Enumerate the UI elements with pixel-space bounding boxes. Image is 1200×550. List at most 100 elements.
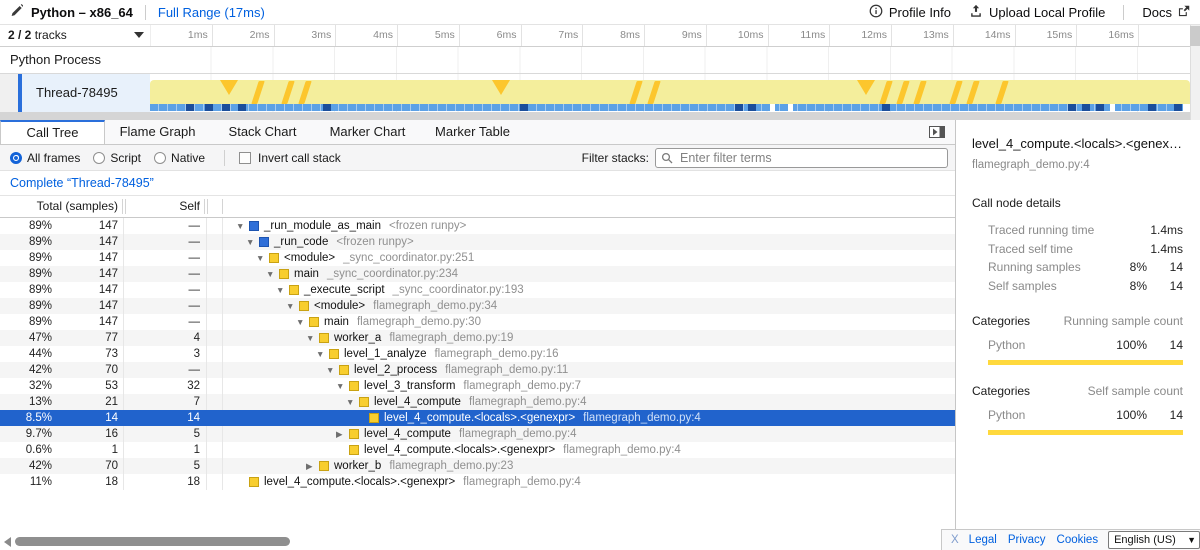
upload-profile-button[interactable]: Upload Local Profile <box>969 4 1105 21</box>
thread-track-canvas[interactable] <box>150 74 1190 112</box>
table-row[interactable]: 13%217▼level_4_computeflamegraph_demo.py… <box>0 394 955 410</box>
table-row[interactable]: 8.5%1414level_4_compute.<locals>.<genexp… <box>0 410 955 426</box>
full-range-button[interactable]: Full Range (17ms) <box>158 5 265 20</box>
column-resize-handle[interactable] <box>125 199 126 214</box>
expand-toggle[interactable]: ▼ <box>286 298 299 314</box>
ruler-tick: 14ms <box>954 25 1016 46</box>
table-row[interactable]: 42%70—▼level_2_processflamegraph_demo.py… <box>0 362 955 378</box>
call-node-details: Traced running time1.4msTraced self time… <box>956 221 1200 295</box>
tab-marker-table[interactable]: Marker Table <box>420 120 525 144</box>
sidebar-categories: CategoriesRunning sample countPython100%… <box>956 314 1200 435</box>
expand-toggle[interactable]: ▼ <box>316 346 329 362</box>
table-row[interactable]: 42%705▶worker_bflamegraph_demo.py:23 <box>0 458 955 474</box>
detail-value: 14 <box>1170 258 1183 277</box>
expand-toggle[interactable]: ▼ <box>246 234 259 250</box>
info-icon <box>869 4 883 21</box>
column-resize-handle[interactable] <box>222 199 223 214</box>
tree-node: ▶level_4_computeflamegraph_demo.py:4 <box>0 426 955 442</box>
tree-node: ▼ level_2_process flamegraph_demo.py:11 <box>0 362 955 378</box>
tracks-vertical-scrollbar-thumb[interactable] <box>1190 26 1200 46</box>
column-resize-handle[interactable] <box>207 199 208 214</box>
profile-info-button[interactable]: Profile Info <box>869 4 951 21</box>
table-row[interactable]: 89%147—▼<module>flamegraph_demo.py:34 <box>0 298 955 314</box>
category-color-bar <box>988 360 1183 365</box>
filter-stacks-label: Filter stacks: <box>582 151 649 165</box>
invert-call-stack-label: Invert call stack <box>258 151 341 165</box>
footer-link-privacy[interactable]: Privacy <box>1008 534 1046 546</box>
table-row[interactable]: 89%147—▼_run_code<frozen runpy> <box>0 234 955 250</box>
radio-script[interactable]: Script <box>93 151 141 165</box>
table-row[interactable]: 11%1818level_4_compute.<locals>.<genexpr… <box>0 474 955 490</box>
tab-marker-chart[interactable]: Marker Chart <box>315 120 420 144</box>
tab-flame-graph[interactable]: Flame Graph <box>105 120 210 144</box>
tab-bar: Call TreeFlame GraphStack ChartMarker Ch… <box>0 120 955 145</box>
table-row[interactable]: 89%147—▼_execute_script_sync_coordinator… <box>0 282 955 298</box>
column-resize-handle[interactable] <box>122 199 123 214</box>
ruler-tick: 1ms <box>151 25 213 46</box>
tab-stack-chart[interactable]: Stack Chart <box>210 120 315 144</box>
breadcrumb[interactable]: Complete “Thread-78495” <box>10 176 154 190</box>
footer-link-legal[interactable]: Legal <box>969 534 997 546</box>
ruler-tick: 5ms <box>398 25 460 46</box>
footer-link-cookies[interactable]: Cookies <box>1057 534 1099 546</box>
edit-pencil-icon[interactable] <box>10 4 23 20</box>
table-row[interactable]: 47%774▼worker_aflamegraph_demo.py:19 <box>0 330 955 346</box>
docs-link[interactable]: Docs <box>1142 5 1190 20</box>
table-row[interactable]: 89%147—▼_run_module_as_main<frozen runpy… <box>0 218 955 234</box>
table-row[interactable]: 44%733▼level_1_analyzeflamegraph_demo.py… <box>0 346 955 362</box>
track-marker-slash <box>966 81 979 104</box>
category-name: Python <box>988 408 1025 422</box>
horizontal-scrollbar-thumb[interactable] <box>15 537 290 546</box>
detail-label: Traced running time <box>988 223 1094 237</box>
track-marker-slash <box>913 81 926 104</box>
track-python-process[interactable]: Python Process <box>0 47 1200 74</box>
column-header-total[interactable]: Total (samples) <box>0 196 118 217</box>
expand-toggle[interactable]: ▶ <box>306 458 319 474</box>
table-row[interactable]: 89%147—▼<module>_sync_coordinator.py:251 <box>0 250 955 266</box>
sidebar-toggle-button[interactable] <box>929 126 945 138</box>
column-resize-handle[interactable] <box>204 199 205 214</box>
radio-all-frames[interactable]: All frames <box>10 151 80 165</box>
file-location: <frozen runpy> <box>336 234 413 250</box>
thread-track-label[interactable]: Thread-78495 <box>22 74 150 112</box>
radio-native[interactable]: Native <box>154 151 205 165</box>
table-row[interactable]: 89%147—▼mainflamegraph_demo.py:30 <box>0 314 955 330</box>
expand-toggle[interactable]: ▼ <box>306 330 319 346</box>
expand-toggle[interactable]: ▼ <box>256 250 269 266</box>
detail-value: 1.4ms <box>1150 240 1183 259</box>
expand-toggle[interactable]: ▼ <box>266 266 279 282</box>
track-marker-triangle <box>857 80 875 95</box>
expand-toggle[interactable]: ▼ <box>326 362 339 378</box>
track-marker-slash <box>647 81 660 104</box>
function-name: level_3_transform <box>364 378 455 394</box>
scroll-left-arrow[interactable] <box>4 537 11 547</box>
file-location: flamegraph_demo.py:11 <box>445 362 568 378</box>
function-name: _run_module_as_main <box>264 218 381 234</box>
table-row[interactable]: 89%147—▼main_sync_coordinator.py:234 <box>0 266 955 282</box>
expand-toggle[interactable]: ▼ <box>336 378 349 394</box>
column-header-self[interactable]: Self <box>127 196 200 217</box>
footer-close-button[interactable]: X <box>951 534 959 546</box>
track-thread[interactable]: Thread-78495 <box>0 74 1200 112</box>
upload-icon <box>969 4 983 21</box>
sample-segment <box>205 104 213 111</box>
sidebar-function-title: level_4_compute.<locals>.<genexpr> <box>972 136 1184 151</box>
track-marker-triangle <box>220 80 238 95</box>
table-row[interactable]: 0.6%11level_4_compute.<locals>.<genexpr>… <box>0 442 955 458</box>
table-row[interactable]: 9.7%165▶level_4_computeflamegraph_demo.p… <box>0 426 955 442</box>
expand-toggle[interactable]: ▼ <box>276 282 289 298</box>
invert-call-stack-checkbox[interactable] <box>239 152 251 164</box>
expand-toggle[interactable]: ▼ <box>296 314 309 330</box>
tree-node: ▶worker_bflamegraph_demo.py:23 <box>0 458 955 474</box>
filter-stacks-input[interactable] <box>655 148 948 168</box>
language-select[interactable]: English (US) ▼ <box>1108 531 1200 549</box>
expand-toggle[interactable]: ▶ <box>336 426 349 442</box>
expand-toggle[interactable]: ▼ <box>346 394 359 410</box>
chevron-down-icon[interactable] <box>134 32 144 38</box>
expand-toggle[interactable]: ▼ <box>236 218 249 234</box>
function-name: level_2_process <box>354 362 437 378</box>
detail-value: 1.4ms <box>1150 221 1183 240</box>
table-row[interactable]: 32%5332▼level_3_transformflamegraph_demo… <box>0 378 955 394</box>
tab-call-tree[interactable]: Call Tree <box>0 120 105 144</box>
tracks-dropdown[interactable]: 2 / 2 tracks <box>8 25 67 46</box>
